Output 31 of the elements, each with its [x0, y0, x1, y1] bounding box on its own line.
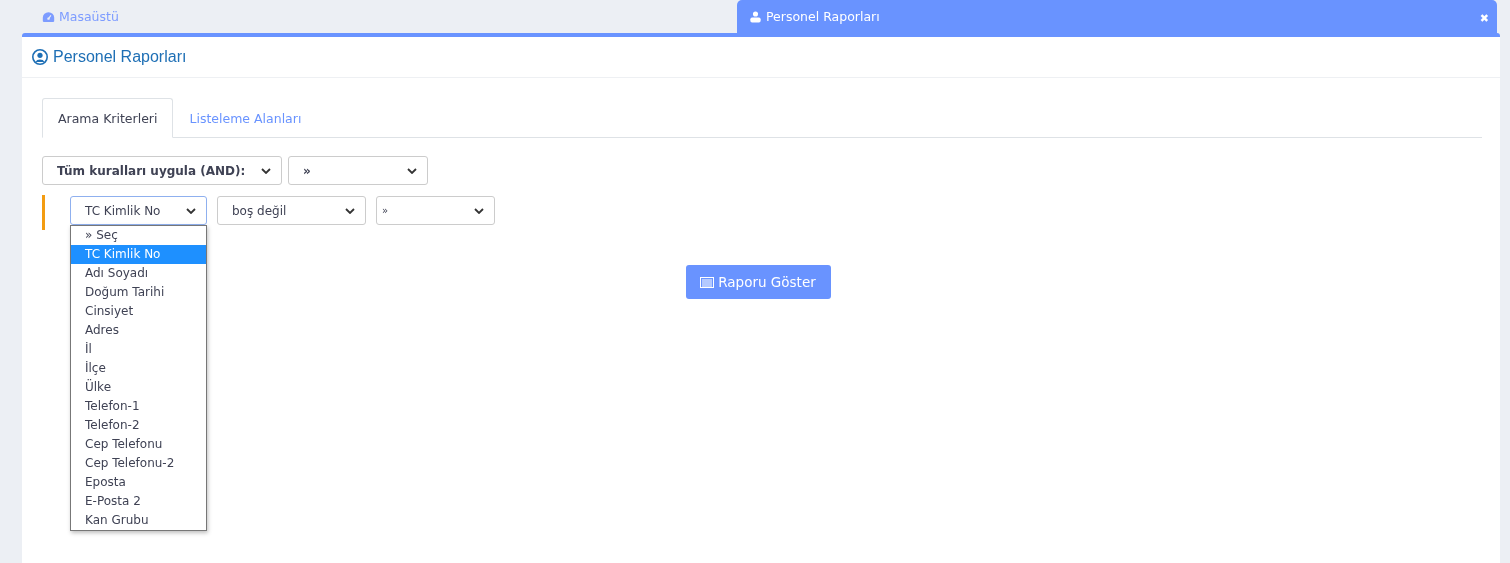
- tab[interactable]: Arama Kriterleri: [42, 98, 174, 138]
- dropdown-option[interactable]: Cinsiyet: [71, 302, 206, 321]
- dropdown-option[interactable]: Cep Telefonu-2: [71, 454, 206, 473]
- dropdown-option[interactable]: E-Posta 2: [71, 492, 206, 511]
- dropdown-option[interactable]: İl: [71, 340, 206, 359]
- chevron-icon: [345, 207, 355, 214]
- dropdown-option[interactable]: İlçe: [71, 359, 206, 378]
- dropdown-option[interactable]: Telefon-1: [71, 397, 206, 416]
- dropdown[interactable]: »: [376, 196, 495, 225]
- chevron-icon: [261, 167, 271, 174]
- dropdown-option[interactable]: Kan Grubu: [71, 511, 206, 530]
- dropdown-option[interactable]: Telefon-2: [71, 416, 206, 435]
- dropdown[interactable]: »: [288, 156, 428, 185]
- chevron-icon: [407, 167, 417, 174]
- users-icon: [749, 10, 762, 23]
- dropdown-option[interactable]: Doğum Tarihi: [71, 283, 206, 302]
- dropdown[interactable]: boş değil: [217, 196, 366, 225]
- dropdown-option[interactable]: Adres: [71, 321, 206, 340]
- chevron-icon: [474, 207, 484, 214]
- user-icon: [32, 49, 48, 65]
- dropdown-option[interactable]: » Seç: [71, 226, 206, 245]
- dropdown[interactable]: Tüm kuralları uygula (AND):: [42, 156, 282, 185]
- dropdown-option[interactable]: Adı Soyadı: [71, 264, 206, 283]
- list-icon: [700, 276, 715, 288]
- panel-title: Personel Raporları: [53, 48, 187, 66]
- dropdown-option[interactable]: Eposta: [71, 473, 206, 492]
- dropdown-option[interactable]: Cep Telefonu: [71, 435, 206, 454]
- chevron-icon: [186, 207, 196, 214]
- dropdown-option[interactable]: Ülke: [71, 378, 206, 397]
- dropdown[interactable]: TC Kimlik No: [70, 196, 207, 225]
- gauge-icon: [42, 10, 55, 23]
